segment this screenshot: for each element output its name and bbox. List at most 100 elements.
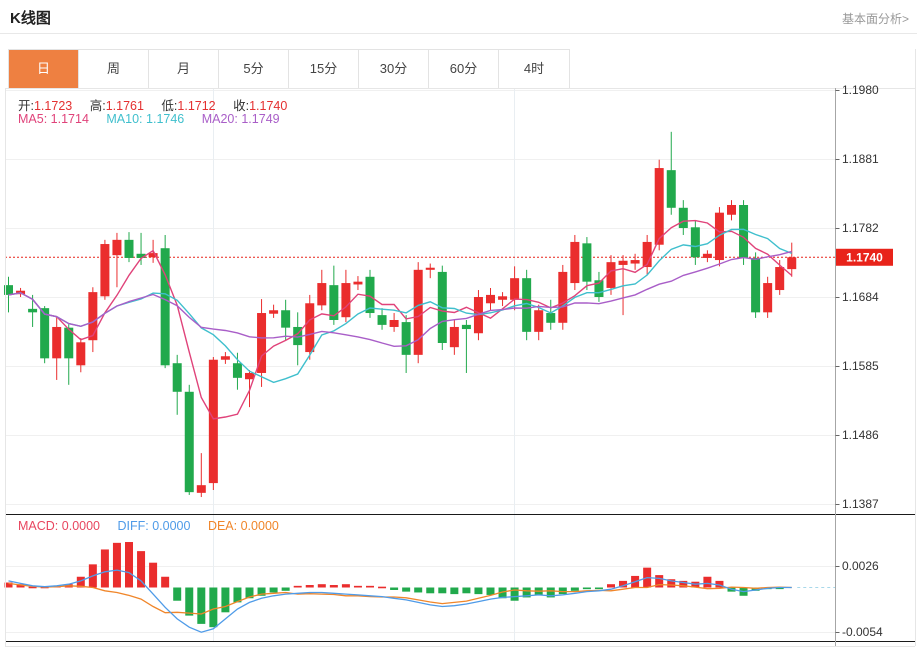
macd-bar — [474, 588, 482, 595]
macd-legend: MACD: 0.0000 DIFF: 0.0000 DEA: 0.0000 — [18, 519, 293, 533]
ma20-value: 1.1749 — [241, 112, 279, 126]
macd-bar — [703, 577, 711, 588]
candle-body — [763, 283, 772, 312]
candle-body — [787, 257, 796, 269]
candle-body — [281, 310, 290, 327]
candle-body — [125, 240, 134, 258]
high-value: 1.1761 — [106, 99, 144, 113]
candle-body — [390, 320, 399, 327]
candle-body — [197, 485, 206, 493]
macd-bar — [270, 588, 278, 593]
macd-bar — [414, 588, 422, 593]
candle-body — [185, 392, 194, 492]
macd-label: MACD: — [18, 519, 58, 533]
close-label: 收: — [233, 99, 249, 113]
macd-bar — [462, 588, 470, 594]
price-axis-label: 1.1387 — [842, 497, 879, 511]
last-price-tag-value: 1.1740 — [846, 250, 883, 264]
diff-label: DIFF: — [117, 519, 148, 533]
macd-bar — [354, 586, 362, 588]
macd-bar — [209, 588, 217, 628]
ma5-value: 1.1714 — [51, 112, 89, 126]
candle-body — [112, 240, 121, 255]
candle-body — [173, 363, 182, 392]
candle-body — [727, 205, 736, 215]
candle-body — [558, 272, 567, 323]
low-label: 低: — [161, 99, 177, 113]
macd-bar — [571, 588, 579, 591]
candle-body — [667, 170, 676, 208]
candle-body — [269, 310, 278, 313]
candle-body — [233, 363, 242, 378]
high-label: 高: — [90, 99, 106, 113]
dea-value: 0.0000 — [241, 519, 279, 533]
candle-body — [655, 168, 664, 245]
ma5-label: MA5: — [18, 112, 47, 126]
macd-bar — [342, 584, 350, 587]
candle-body — [353, 282, 362, 285]
candle-body — [341, 283, 350, 317]
candle-body — [305, 303, 314, 352]
macd-axis-label: 0.0026 — [842, 559, 879, 573]
candle-body — [486, 295, 495, 303]
price-axis-label: 1.1782 — [842, 221, 879, 235]
macd-bar — [282, 588, 290, 591]
macd-bar — [330, 585, 338, 587]
candle-body — [703, 254, 712, 258]
ma10-label: MA10: — [106, 112, 142, 126]
candle-body — [221, 356, 230, 359]
price-axis-label: 1.1585 — [842, 359, 879, 373]
price-axis-label: 1.1486 — [842, 428, 879, 442]
macd-bar — [306, 585, 314, 587]
candle-body — [209, 360, 218, 483]
open-value: 1.1723 — [34, 99, 72, 113]
candle-body — [715, 213, 724, 260]
candle-body — [534, 310, 543, 332]
macd-bar — [113, 543, 121, 588]
candle-body — [450, 327, 459, 347]
candle-body — [245, 373, 254, 379]
macd-bar — [390, 588, 398, 590]
macd-bar — [294, 586, 302, 588]
macd-bar — [583, 588, 591, 590]
ma10-value: 1.1746 — [146, 112, 184, 126]
macd-bar — [366, 586, 374, 588]
macd-bar — [318, 584, 326, 587]
candle-body — [76, 342, 85, 365]
macd-bar — [450, 588, 458, 595]
macd-bar — [221, 588, 229, 613]
macd-axis-label: -0.0054 — [842, 625, 883, 639]
open-label: 开: — [18, 99, 34, 113]
candle-body — [775, 267, 784, 290]
candle-body — [40, 308, 49, 358]
candle-body — [679, 208, 688, 228]
diff-value: 0.0000 — [152, 519, 190, 533]
candle-body — [378, 315, 387, 325]
candle-body — [510, 278, 519, 300]
macd-bar — [197, 588, 205, 624]
candle-body — [28, 309, 37, 312]
price-axis-label: 1.1881 — [842, 152, 879, 166]
candle-body — [691, 227, 700, 257]
candle-body — [498, 296, 507, 299]
candle-body — [52, 327, 61, 358]
dea-label: DEA: — [208, 519, 237, 533]
candle-body — [317, 283, 326, 305]
kline-widget: K线图 基本面分析> 日 周 月 5分 15分 30分 60分 4时 1.198… — [0, 0, 917, 648]
candle-body — [414, 270, 423, 355]
candle-body — [426, 268, 435, 270]
macd-bar — [607, 584, 615, 587]
macd-bar — [185, 588, 193, 616]
macd-bar — [149, 563, 157, 588]
candle-body — [751, 258, 760, 312]
candle-body — [582, 243, 591, 281]
ma-legend: MA5: 1.1714 MA10: 1.1746 MA20: 1.1749 — [18, 112, 294, 126]
candle-body — [402, 322, 411, 355]
macd-bar — [438, 588, 446, 594]
macd-bar — [595, 588, 603, 590]
price-axis-label: 1.1980 — [842, 83, 879, 97]
macd-bar — [402, 588, 410, 592]
low-value: 1.1712 — [177, 99, 215, 113]
macd-bar — [378, 587, 386, 589]
candle-body — [631, 260, 640, 263]
